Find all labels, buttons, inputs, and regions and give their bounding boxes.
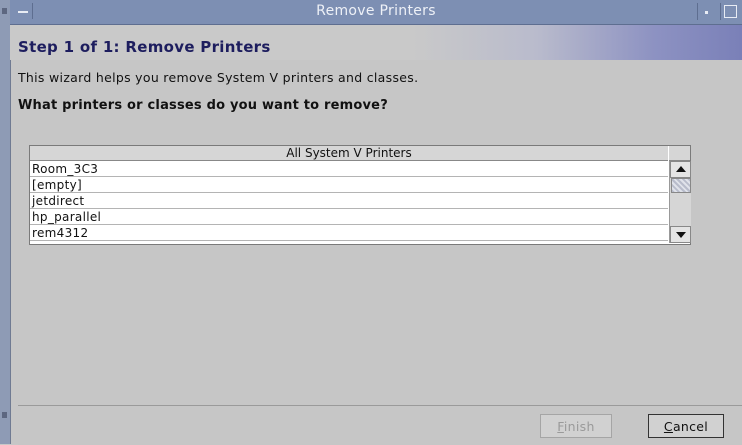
cancel-button[interactable]: Cancel: [648, 414, 724, 438]
minimize-icon[interactable]: [697, 3, 716, 20]
table-rows: Room_3C3 [empty] jetdirect hp_parallel r…: [30, 161, 668, 241]
finish-label: inish: [563, 419, 595, 434]
window-frame-left: [0, 0, 11, 444]
wizard-description: This wizard helps you remove System V pr…: [18, 70, 419, 85]
table-row[interactable]: jetdirect: [30, 193, 668, 209]
table-row[interactable]: [empty]: [30, 177, 668, 193]
finish-button[interactable]: Finish: [540, 414, 612, 438]
step-header: Step 1 of 1: Remove Printers: [10, 25, 742, 60]
table-header-corner: [669, 146, 690, 161]
scroll-thumb[interactable]: [671, 178, 691, 193]
title-bar[interactable]: Remove Printers: [10, 0, 742, 25]
frame-notch-bottom: [2, 412, 7, 418]
remove-printers-dialog: Remove Printers Step 1 of 1: Remove Prin…: [0, 0, 742, 445]
table-scrollbar[interactable]: [669, 161, 691, 243]
wizard-question: What printers or classes do you want to …: [18, 98, 388, 113]
cancel-label: ancel: [672, 419, 709, 434]
step-title: Step 1 of 1: Remove Printers: [18, 38, 271, 56]
table-row[interactable]: hp_parallel: [30, 209, 668, 225]
table-column-header[interactable]: All System V Printers: [30, 146, 668, 161]
scroll-down-arrow-icon[interactable]: [670, 226, 691, 243]
cancel-mnemonic: C: [663, 419, 673, 434]
printers-table: All System V Printers Room_3C3 [empty] j…: [29, 145, 691, 245]
finish-mnemonic: F: [557, 419, 564, 434]
button-bar: Finish Cancel: [18, 405, 742, 445]
maximize-icon[interactable]: [720, 3, 739, 20]
table-row[interactable]: Room_3C3: [30, 161, 668, 177]
table-row[interactable]: rem4312: [30, 225, 668, 241]
scroll-up-arrow-icon[interactable]: [670, 161, 691, 178]
window-title: Remove Printers: [316, 3, 436, 19]
frame-notch-top: [2, 8, 7, 14]
